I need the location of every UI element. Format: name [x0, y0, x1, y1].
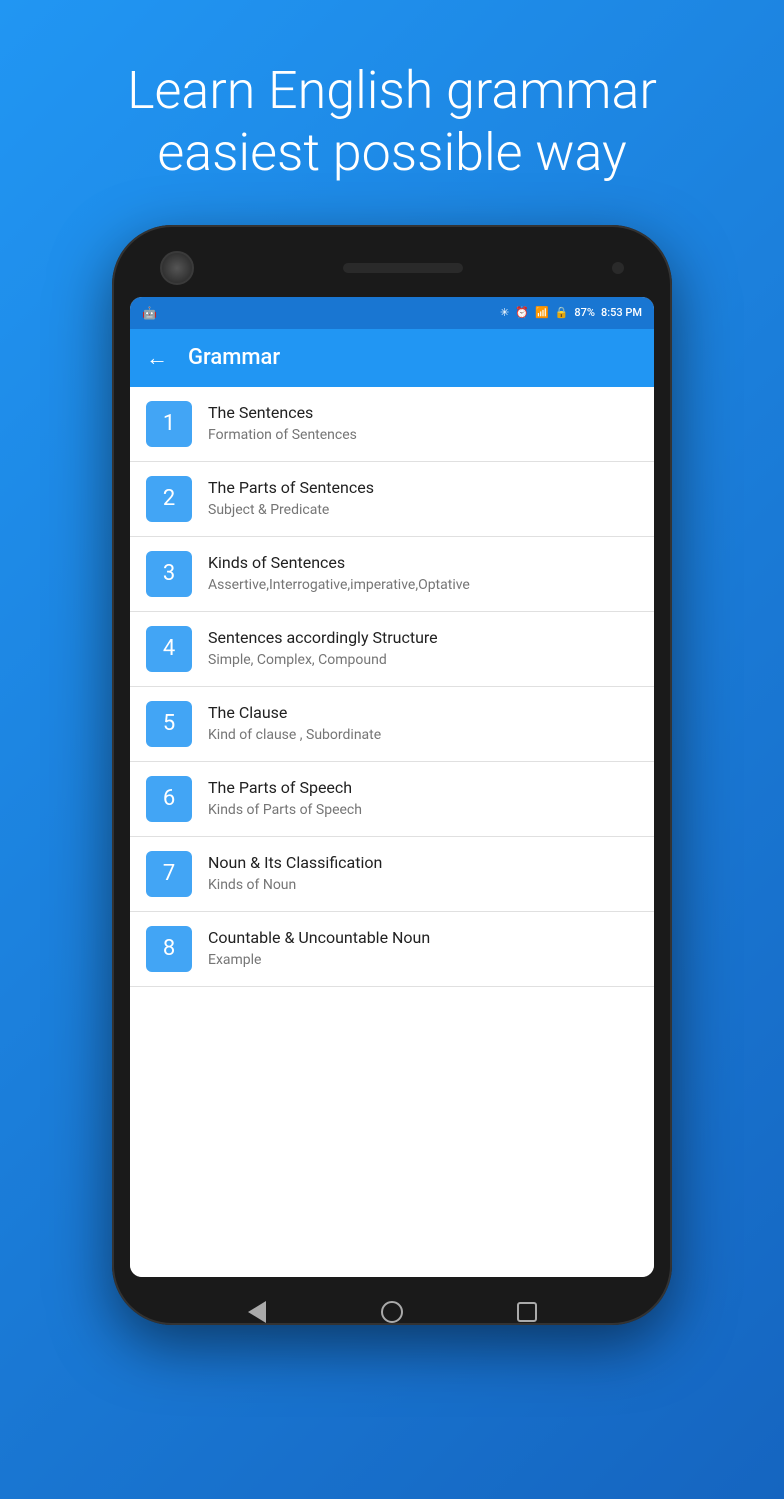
speaker-icon — [343, 263, 463, 273]
item-subtitle-2: Subject & Predicate — [208, 501, 374, 519]
list-item[interactable]: 2 The Parts of Sentences Subject & Predi… — [130, 462, 654, 537]
status-bar: 🤖 ✳ ⏰ 📶 🔒 87% 8:53 PM — [130, 297, 654, 329]
list-item[interactable]: 1 The Sentences Formation of Sentences — [130, 387, 654, 462]
recents-nav-button[interactable] — [512, 1297, 542, 1327]
phone-screen: 🤖 ✳ ⏰ 📶 🔒 87% 8:53 PM ← Grammar — [130, 297, 654, 1277]
list-item[interactable]: 4 Sentences accordingly Structure Simple… — [130, 612, 654, 687]
item-title-1: The Sentences — [208, 403, 357, 424]
item-subtitle-8: Example — [208, 951, 430, 969]
sensor-dot — [612, 262, 624, 274]
item-subtitle-3: Assertive,Interrogative,imperative,Optat… — [208, 576, 470, 594]
lock-icon: 🔒 — [555, 306, 569, 319]
phone-device: 🤖 ✳ ⏰ 📶 🔒 87% 8:53 PM ← Grammar — [112, 225, 672, 1325]
app-bar: ← Grammar — [130, 329, 654, 387]
home-nav-button[interactable] — [377, 1297, 407, 1327]
bluetooth-icon: ✳ — [500, 306, 509, 319]
item-text-1: The Sentences Formation of Sentences — [208, 403, 357, 444]
item-number-1: 1 — [146, 401, 192, 447]
list-item[interactable]: 3 Kinds of Sentences Assertive,Interroga… — [130, 537, 654, 612]
item-number-6: 6 — [146, 776, 192, 822]
alarm-icon: ⏰ — [515, 306, 529, 319]
item-title-7: Noun & Its Classification — [208, 853, 382, 874]
list-item[interactable]: 8 Countable & Uncountable Noun Example — [130, 912, 654, 987]
item-number-4: 4 — [146, 626, 192, 672]
item-subtitle-1: Formation of Sentences — [208, 426, 357, 444]
item-number-3: 3 — [146, 551, 192, 597]
item-title-3: Kinds of Sentences — [208, 553, 470, 574]
time-display: 8:53 PM — [601, 306, 642, 319]
phone-top-bar — [130, 243, 654, 297]
grammar-list: 1 The Sentences Formation of Sentences 2… — [130, 387, 654, 1277]
item-subtitle-4: Simple, Complex, Compound — [208, 651, 438, 669]
app-title: Grammar — [188, 345, 280, 370]
status-right: ✳ ⏰ 📶 🔒 87% 8:53 PM — [500, 306, 642, 319]
hero-line1: Learn English grammar — [127, 60, 657, 121]
back-button[interactable]: ← — [146, 345, 168, 371]
item-title-6: The Parts of Speech — [208, 778, 362, 799]
item-number-5: 5 — [146, 701, 192, 747]
item-title-2: The Parts of Sentences — [208, 478, 374, 499]
list-item[interactable]: 5 The Clause Kind of clause , Subordinat… — [130, 687, 654, 762]
item-subtitle-6: Kinds of Parts of Speech — [208, 801, 362, 819]
item-text-4: Sentences accordingly Structure Simple, … — [208, 628, 438, 669]
item-title-5: The Clause — [208, 703, 381, 724]
hero-line2: easiest possible way — [157, 122, 626, 183]
item-text-6: The Parts of Speech Kinds of Parts of Sp… — [208, 778, 362, 819]
phone-bottom-bar — [130, 1283, 654, 1341]
item-text-7: Noun & Its Classification Kinds of Noun — [208, 853, 382, 894]
back-nav-button[interactable] — [242, 1297, 272, 1327]
item-text-2: The Parts of Sentences Subject & Predica… — [208, 478, 374, 519]
hero-section: Learn English grammar easiest possible w… — [0, 0, 784, 215]
list-item[interactable]: 7 Noun & Its Classification Kinds of Nou… — [130, 837, 654, 912]
item-text-3: Kinds of Sentences Assertive,Interrogati… — [208, 553, 470, 594]
list-item[interactable]: 6 The Parts of Speech Kinds of Parts of … — [130, 762, 654, 837]
item-title-8: Countable & Uncountable Noun — [208, 928, 430, 949]
status-left: 🤖 — [142, 306, 157, 320]
android-icon: 🤖 — [142, 306, 157, 320]
item-text-8: Countable & Uncountable Noun Example — [208, 928, 430, 969]
item-title-4: Sentences accordingly Structure — [208, 628, 438, 649]
item-number-2: 2 — [146, 476, 192, 522]
camera-icon — [160, 251, 194, 285]
signal-icon: 📶 — [535, 306, 549, 319]
item-subtitle-7: Kinds of Noun — [208, 876, 382, 894]
item-number-8: 8 — [146, 926, 192, 972]
item-text-5: The Clause Kind of clause , Subordinate — [208, 703, 381, 744]
battery-percentage: 87% — [574, 306, 595, 319]
phone-wrapper: 🤖 ✳ ⏰ 📶 🔒 87% 8:53 PM ← Grammar — [0, 225, 784, 1325]
item-number-7: 7 — [146, 851, 192, 897]
item-subtitle-5: Kind of clause , Subordinate — [208, 726, 381, 744]
